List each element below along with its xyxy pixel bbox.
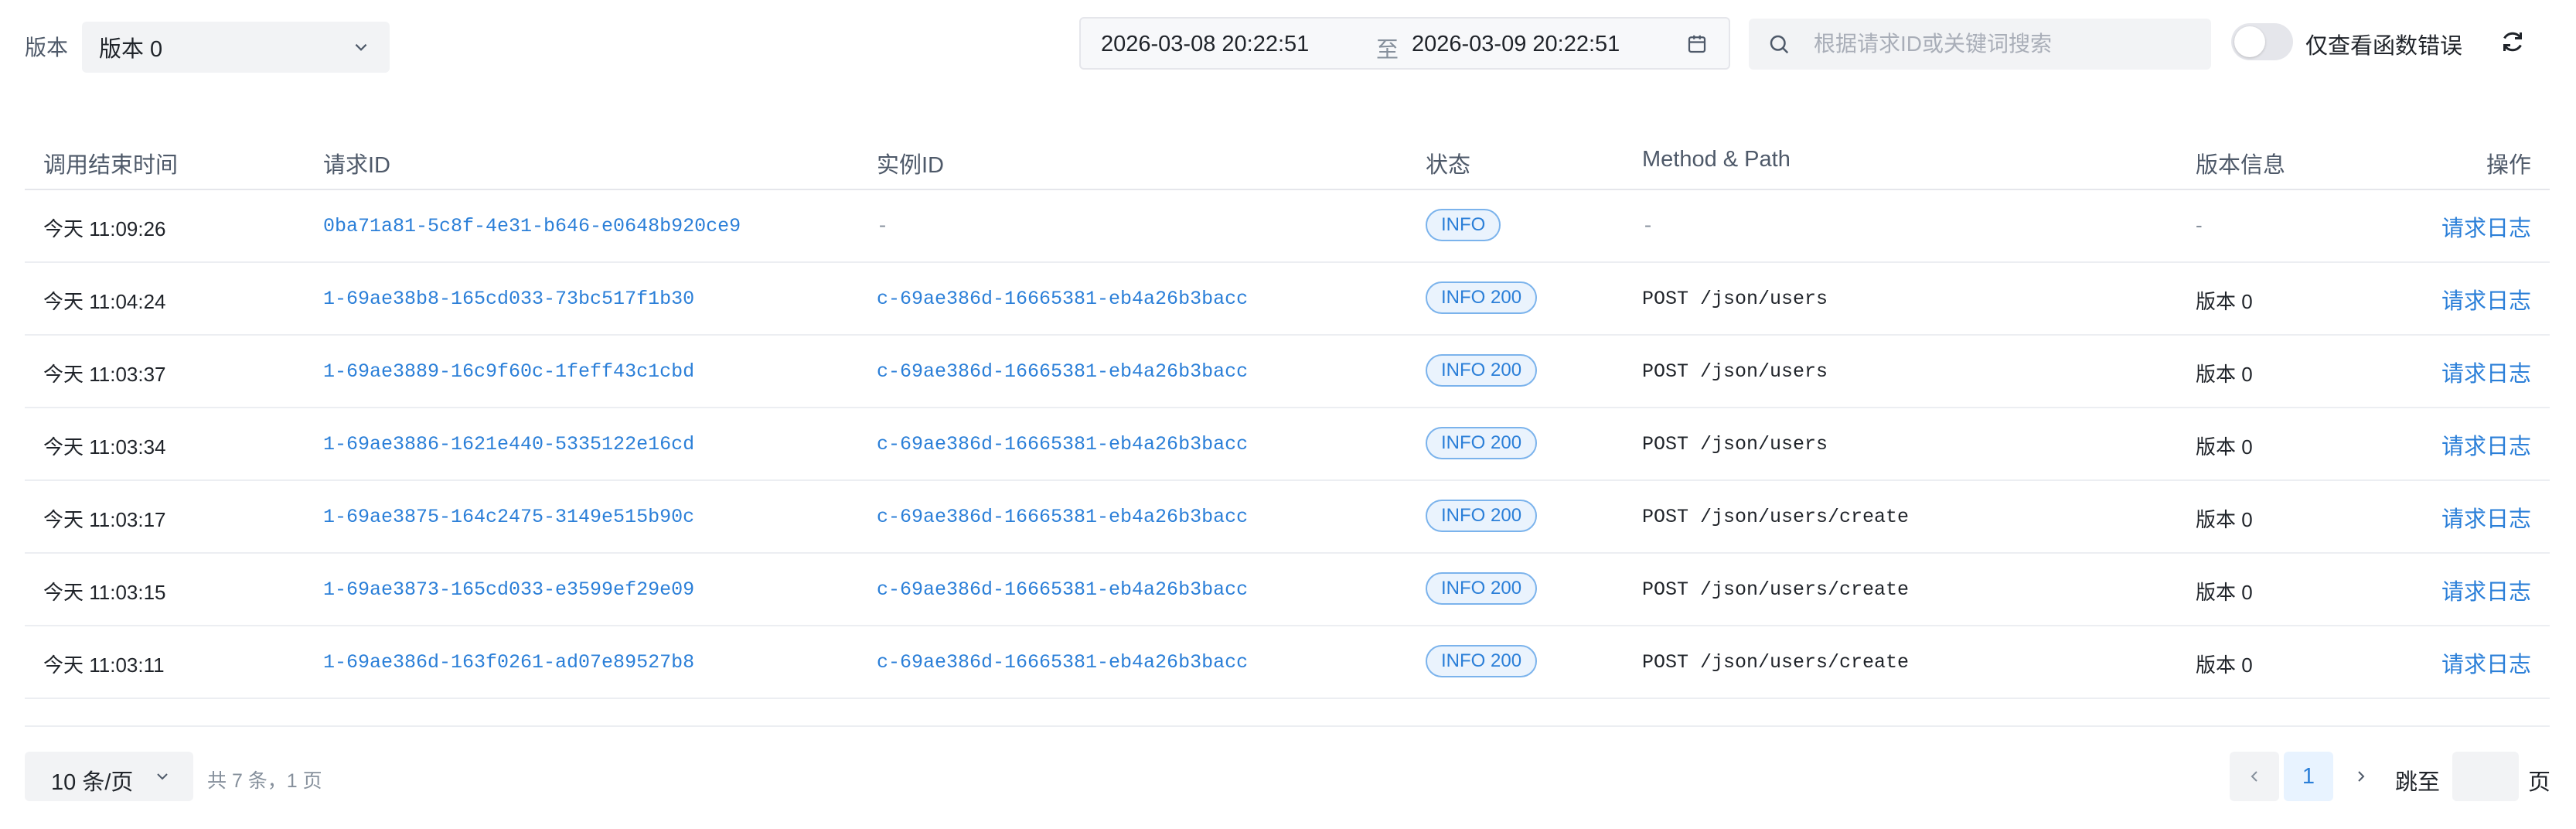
- table-row: 今天 11:03:37 1-69ae3889-16c9f60c-1feff43c…: [25, 336, 2550, 408]
- column-header-instance-id: 实例ID: [877, 153, 945, 178]
- page-number-current[interactable]: 1: [2284, 752, 2333, 801]
- status-badge: INFO 200: [1426, 427, 1538, 459]
- cell-time: 今天 11:03:34: [43, 435, 166, 459]
- request-log-link[interactable]: 请求日志: [2441, 501, 2531, 534]
- request-log-link[interactable]: 请求日志: [2441, 210, 2531, 243]
- refresh-icon[interactable]: [2499, 28, 2527, 56]
- prev-page-button[interactable]: [2230, 752, 2279, 801]
- table-header: 调用结束时间 请求ID 实例ID 状态 Method & Path 版本信息 操…: [25, 136, 2550, 190]
- chevron-down-icon: [355, 43, 367, 51]
- cell-method-path: POST /json/users: [1642, 360, 1828, 383]
- status-badge: INFO 200: [1426, 281, 1538, 314]
- column-header-version: 版本信息: [2196, 153, 2286, 178]
- column-header-time: 调用结束时间: [43, 153, 179, 178]
- cell-version: 版本 0: [2196, 290, 2253, 313]
- cell-instance-id[interactable]: c-69ae386d-16665381-eb4a26b3bacc: [877, 651, 1248, 674]
- cell-version: 版本 0: [2196, 435, 2253, 459]
- jump-to-label: 跳至: [2395, 770, 2441, 795]
- request-log-link[interactable]: 请求日志: [2441, 574, 2531, 606]
- status-badge: INFO 200: [1426, 354, 1538, 387]
- cell-version: 版本 0: [2196, 653, 2253, 677]
- total-count: 共 7 条，1 页: [207, 770, 322, 792]
- cell-request-id[interactable]: 1-69ae38b8-165cd033-73bc517f1b30: [323, 288, 694, 310]
- version-label: 版本: [25, 36, 69, 60]
- cell-request-id[interactable]: 1-69ae3886-1621e440-5335122e16cd: [323, 433, 694, 455]
- cell-version: 版本 0: [2196, 508, 2253, 531]
- search-input[interactable]: [1814, 19, 2200, 70]
- cell-version: 版本 0: [2196, 363, 2253, 386]
- column-header-action: 操作: [2486, 153, 2531, 178]
- cell-method-path: POST /json/users: [1642, 433, 1828, 455]
- cell-time: 今天 11:03:15: [43, 581, 166, 604]
- toggle-knob: [2234, 26, 2265, 57]
- column-header-method-path: Method & Path: [1642, 147, 1791, 172]
- table-row: 今天 11:09:26 0ba71a81-5c8f-4e31-b646-e064…: [25, 190, 2550, 263]
- search-icon: [1770, 35, 1789, 54]
- cell-method-path: POST /json/users/create: [1642, 651, 1910, 674]
- invocation-table: 调用结束时间 请求ID 实例ID 状态 Method & Path 版本信息 操…: [25, 136, 2550, 699]
- table-row: 今天 11:04:24 1-69ae38b8-165cd033-73bc517f…: [25, 263, 2550, 336]
- cell-time: 今天 11:03:37: [43, 363, 166, 386]
- chevron-down-icon: [157, 773, 168, 780]
- request-log-link[interactable]: 请求日志: [2441, 428, 2531, 461]
- version-select-value: 版本 0: [99, 37, 163, 62]
- jump-to-page-input[interactable]: [2452, 752, 2519, 801]
- column-header-request-id: 请求ID: [323, 153, 391, 178]
- status-badge: INFO 200: [1426, 572, 1538, 605]
- column-header-status: 状态: [1426, 153, 1471, 178]
- cell-instance-id[interactable]: c-69ae386d-16665381-eb4a26b3bacc: [877, 506, 1248, 528]
- request-log-link[interactable]: 请求日志: [2441, 283, 2531, 316]
- calendar-icon[interactable]: [1685, 32, 1709, 56]
- cell-instance-id[interactable]: c-69ae386d-16665381-eb4a26b3bacc: [877, 360, 1248, 383]
- page-size-select[interactable]: 10 条/页: [25, 752, 193, 801]
- next-page-button[interactable]: [2336, 752, 2386, 801]
- cell-time: 今天 11:03:11: [43, 653, 165, 677]
- version-select[interactable]: 版本 0: [82, 22, 390, 73]
- cell-instance-id[interactable]: c-69ae386d-16665381-eb4a26b3bacc: [877, 578, 1248, 601]
- chevron-left-icon: [2251, 771, 2257, 782]
- cell-version: 版本 0: [2196, 581, 2253, 604]
- table-bottom-divider: [25, 725, 2550, 727]
- search-box[interactable]: [1749, 19, 2211, 70]
- page-unit-label: 页: [2528, 770, 2551, 795]
- cell-request-id[interactable]: 0ba71a81-5c8f-4e31-b646-e0648b920ce9: [323, 215, 741, 237]
- cell-method-path: -: [1642, 215, 1654, 237]
- cell-instance-id[interactable]: c-69ae386d-16665381-eb4a26b3bacc: [877, 433, 1248, 455]
- cell-request-id[interactable]: 1-69ae3875-164c2475-3149e515b90c: [323, 506, 694, 528]
- cell-instance-id: -: [877, 215, 889, 237]
- date-range-picker[interactable]: 2026-03-08 20:22:51 至 2026-03-09 20:22:5…: [1079, 17, 1730, 70]
- table-row: 今天 11:03:34 1-69ae3886-1621e440-5335122e…: [25, 408, 2550, 481]
- cell-request-id[interactable]: 1-69ae3873-165cd033-e3599ef29e09: [323, 578, 694, 601]
- error-only-toggle[interactable]: [2231, 23, 2293, 60]
- cell-instance-id[interactable]: c-69ae386d-16665381-eb4a26b3bacc: [877, 288, 1248, 310]
- status-badge: INFO: [1426, 209, 1501, 241]
- cell-version: -: [2196, 213, 2203, 237]
- request-log-link[interactable]: 请求日志: [2441, 356, 2531, 388]
- status-badge: INFO 200: [1426, 500, 1538, 532]
- status-badge: INFO 200: [1426, 645, 1538, 677]
- table-row: 今天 11:03:11 1-69ae386d-163f0261-ad07e895…: [25, 626, 2550, 699]
- cell-method-path: POST /json/users: [1642, 288, 1828, 310]
- table-row: 今天 11:03:15 1-69ae3873-165cd033-e3599ef2…: [25, 554, 2550, 626]
- table-row: 今天 11:03:17 1-69ae3875-164c2475-3149e515…: [25, 481, 2550, 554]
- date-start[interactable]: 2026-03-08 20:22:51: [1101, 32, 1309, 57]
- page-size-value: 10 条/页: [51, 770, 134, 795]
- request-log-link[interactable]: 请求日志: [2441, 646, 2531, 679]
- chevron-right-icon: [2358, 771, 2365, 782]
- cell-time: 今天 11:03:17: [43, 508, 166, 531]
- date-end[interactable]: 2026-03-09 20:22:51: [1412, 32, 1620, 57]
- cell-method-path: POST /json/users/create: [1642, 506, 1910, 528]
- date-range-separator: 至: [1376, 38, 1399, 63]
- cell-request-id[interactable]: 1-69ae3889-16c9f60c-1feff43c1cbd: [323, 360, 694, 383]
- cell-method-path: POST /json/users/create: [1642, 578, 1910, 601]
- cell-time: 今天 11:09:26: [43, 217, 166, 241]
- cell-time: 今天 11:04:24: [43, 290, 166, 313]
- error-only-label: 仅查看函数错误: [2305, 34, 2463, 59]
- cell-request-id[interactable]: 1-69ae386d-163f0261-ad07e89527b8: [323, 651, 694, 674]
